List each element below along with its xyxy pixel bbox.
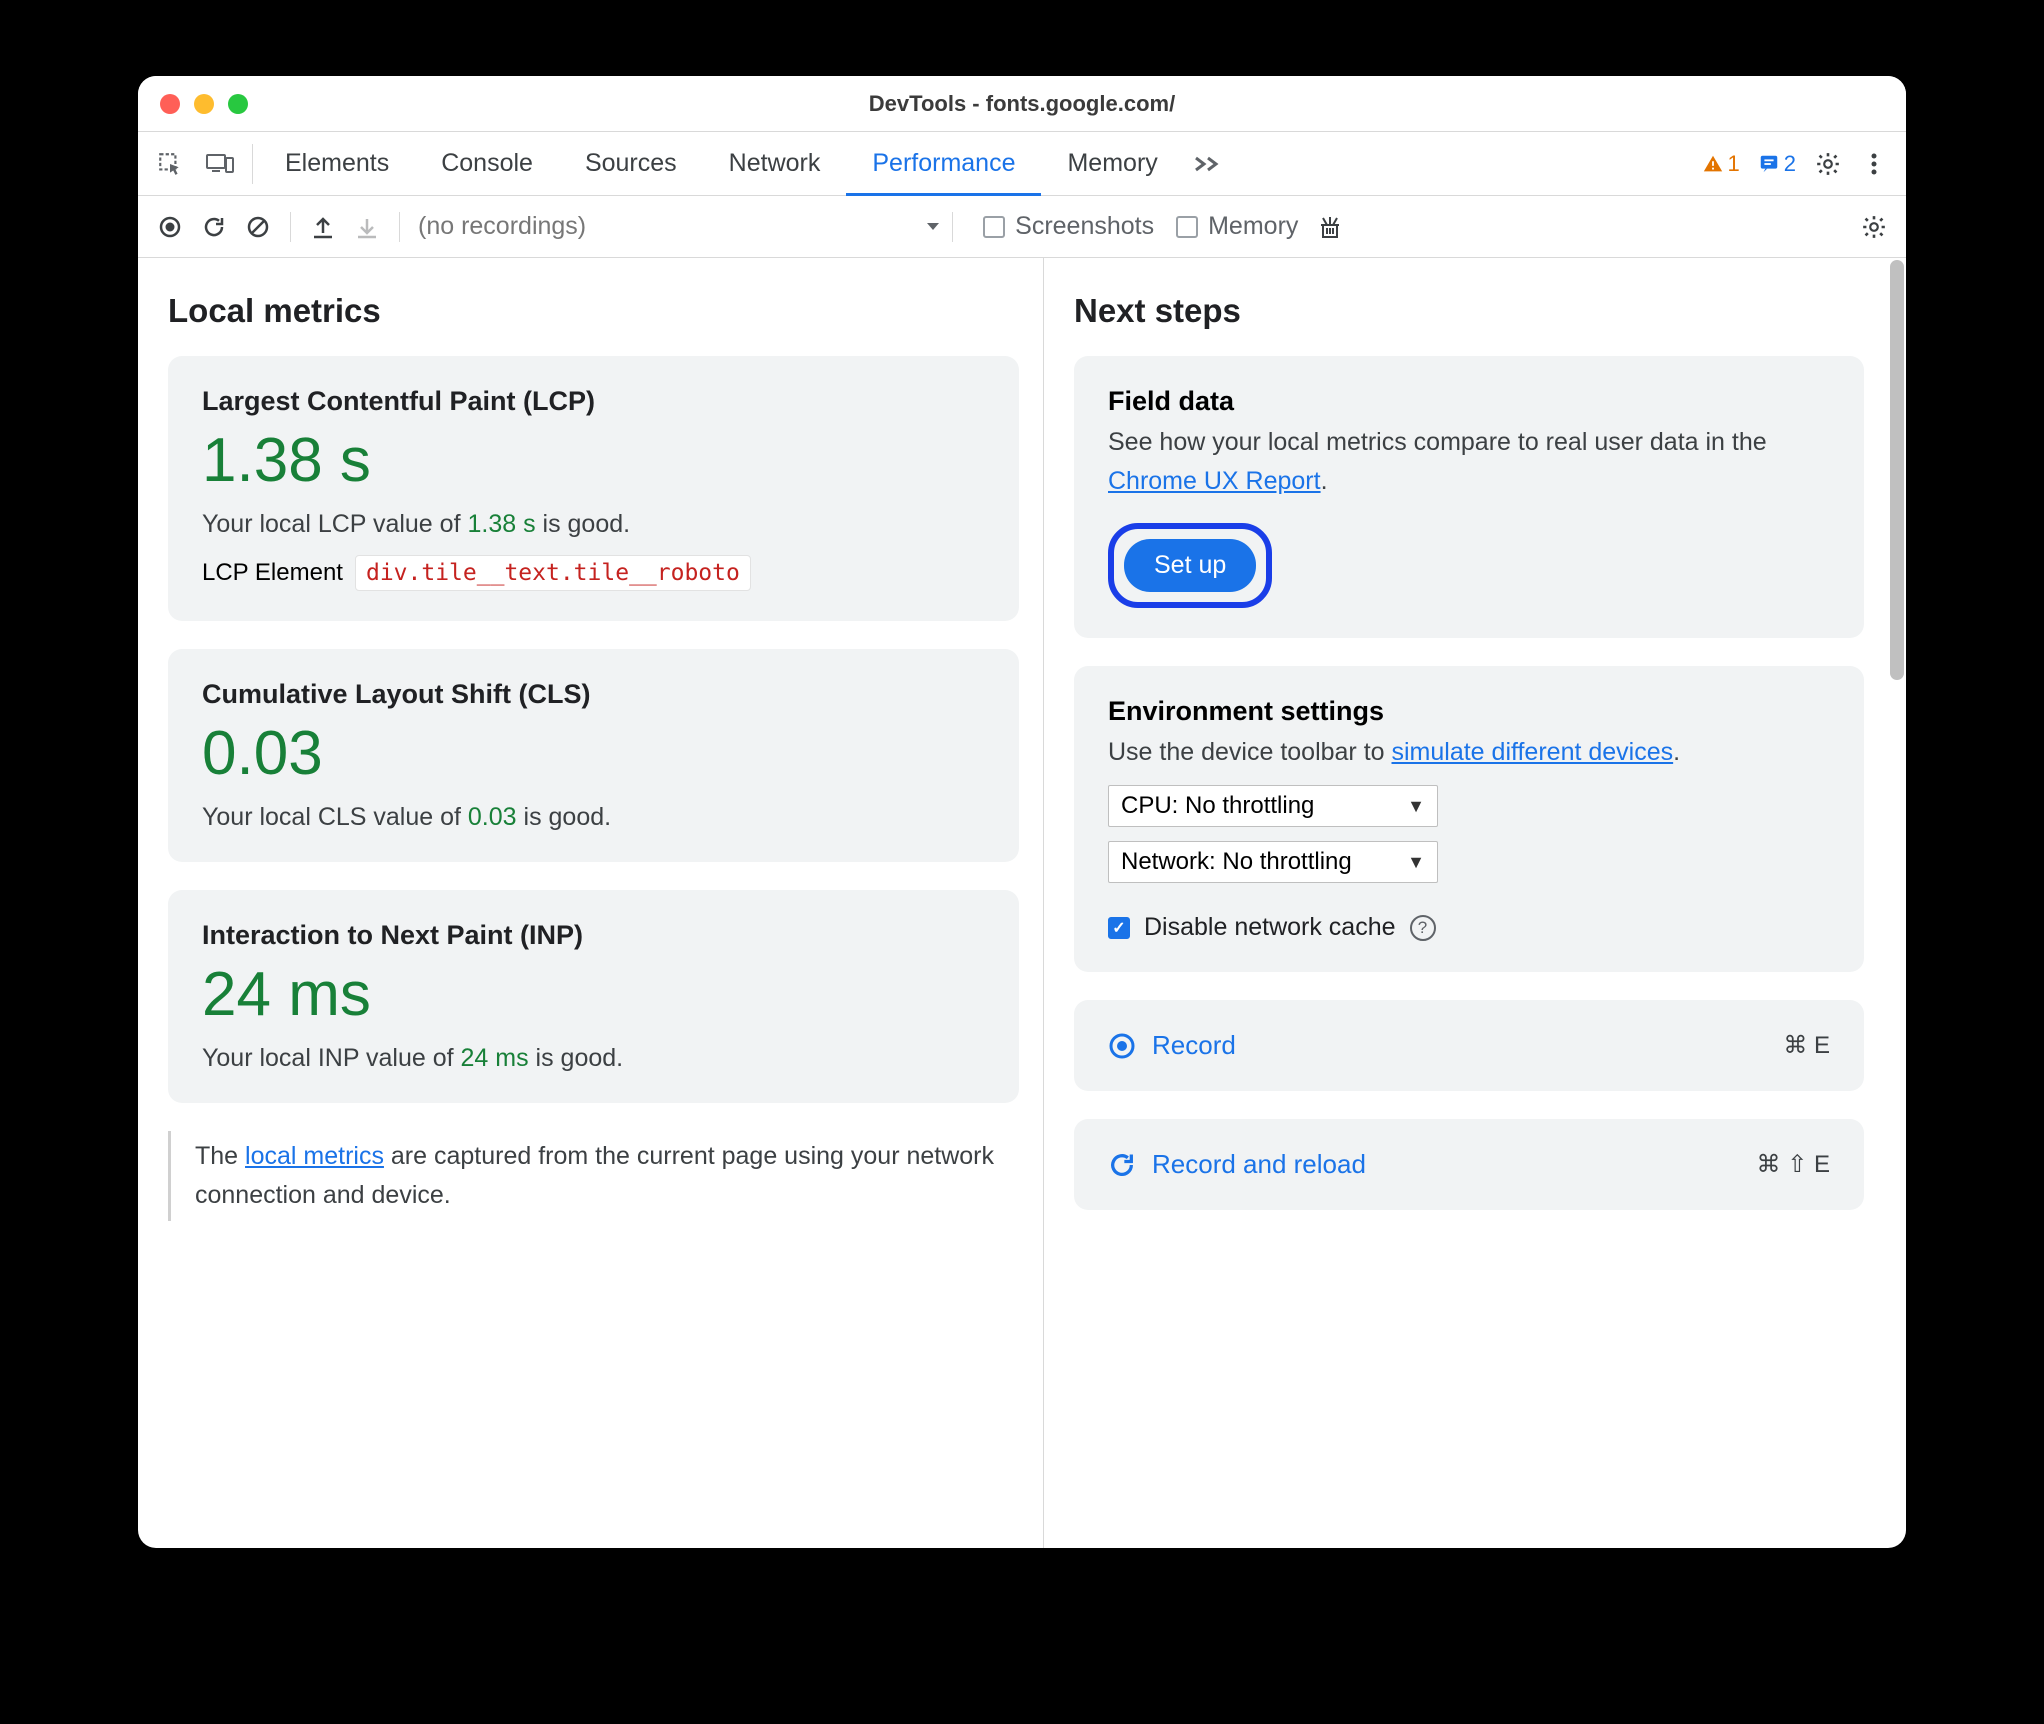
inp-title: Interaction to Next Paint (INP) <box>202 920 985 951</box>
reload-icon <box>1108 1151 1136 1179</box>
environment-settings-body: Use the device toolbar to simulate diffe… <box>1108 733 1830 772</box>
screenshots-label: Screenshots <box>1015 212 1154 241</box>
record-and-reload-card[interactable]: Record and reload ⌘ ⇧ E <box>1074 1119 1864 1210</box>
cls-summary: Your local CLS value of 0.03 is good. <box>202 803 985 832</box>
download-icon[interactable] <box>347 207 387 247</box>
garbage-collect-icon[interactable] <box>1310 207 1350 247</box>
close-window-button[interactable] <box>160 94 180 114</box>
local-metrics-note: The local metrics are captured from the … <box>168 1131 1019 1221</box>
lcp-element-chip[interactable]: div.tile__text.tile__roboto <box>355 555 751 591</box>
devtools-window: DevTools - fonts.google.com/ Elements Co… <box>138 76 1906 1548</box>
record-and-reload-shortcut: ⌘ ⇧ E <box>1757 1150 1830 1179</box>
warnings-badge[interactable]: 1 <box>1696 149 1746 179</box>
minimize-window-button[interactable] <box>194 94 214 114</box>
tab-elements[interactable]: Elements <box>259 132 415 195</box>
lcp-card: Largest Contentful Paint (LCP) 1.38 s Yo… <box>168 356 1019 621</box>
tab-sources[interactable]: Sources <box>559 132 703 195</box>
record-icon <box>1108 1032 1136 1060</box>
simulate-devices-link[interactable]: simulate different devices <box>1392 738 1674 766</box>
record-button-icon[interactable] <box>150 207 190 247</box>
checkbox-icon <box>983 216 1005 238</box>
cpu-throttling-value: CPU: No throttling <box>1121 792 1314 820</box>
cls-title: Cumulative Layout Shift (CLS) <box>202 679 985 710</box>
field-data-body: See how your local metrics compare to re… <box>1108 423 1830 501</box>
memory-checkbox[interactable]: Memory <box>1176 212 1298 241</box>
record-card[interactable]: Record ⌘ E <box>1074 1000 1864 1091</box>
tab-console[interactable]: Console <box>415 132 559 195</box>
panel-settings-gear-icon[interactable] <box>1854 207 1894 247</box>
next-steps-column: Next steps Field data See how your local… <box>1044 258 1906 1548</box>
kebab-menu-icon[interactable] <box>1854 144 1894 184</box>
cls-card: Cumulative Layout Shift (CLS) 0.03 Your … <box>168 649 1019 862</box>
tab-performance[interactable]: Performance <box>846 132 1041 195</box>
caret-down-icon: ▼ <box>1407 796 1425 817</box>
performance-toolbar: (no recordings) Screenshots Memory <box>138 196 1906 258</box>
local-metrics-link[interactable]: local metrics <box>245 1142 384 1170</box>
inp-summary: Your local INP value of 24 ms is good. <box>202 1044 985 1073</box>
tab-network[interactable]: Network <box>703 132 847 195</box>
inp-value: 24 ms <box>202 959 985 1030</box>
caret-down-icon: ▼ <box>1407 852 1425 873</box>
settings-gear-icon[interactable] <box>1808 144 1848 184</box>
reload-icon[interactable] <box>194 207 234 247</box>
chevron-down-icon <box>926 222 940 232</box>
scrollbar[interactable] <box>1890 260 1904 680</box>
set-up-highlight: Set up <box>1108 523 1272 608</box>
disable-cache-label: Disable network cache <box>1144 913 1396 942</box>
lcp-element-label: LCP Element <box>202 559 343 587</box>
performance-main: Local metrics Largest Contentful Paint (… <box>138 258 1906 1548</box>
local-metrics-heading: Local metrics <box>168 292 1019 330</box>
record-shortcut: ⌘ E <box>1783 1031 1830 1060</box>
network-throttling-select[interactable]: Network: No throttling ▼ <box>1108 841 1438 883</box>
inspect-element-icon[interactable] <box>150 144 190 184</box>
issues-badge[interactable]: 2 <box>1752 149 1802 179</box>
tab-memory[interactable]: Memory <box>1041 132 1183 195</box>
record-and-reload-label: Record and reload <box>1152 1149 1366 1180</box>
field-data-card: Field data See how your local metrics co… <box>1074 356 1864 638</box>
environment-settings-title: Environment settings <box>1108 696 1830 727</box>
warnings-count: 1 <box>1728 151 1740 177</box>
lcp-title: Largest Contentful Paint (LCP) <box>202 386 985 417</box>
window-title: DevTools - fonts.google.com/ <box>138 91 1906 117</box>
record-label: Record <box>1152 1030 1236 1061</box>
disable-cache-checkbox[interactable] <box>1108 917 1130 939</box>
more-tabs-icon[interactable] <box>1184 154 1230 174</box>
field-data-title: Field data <box>1108 386 1830 417</box>
chrome-ux-report-link[interactable]: Chrome UX Report <box>1108 467 1321 495</box>
checkbox-icon <box>1176 216 1198 238</box>
panel-tabs-row: Elements Console Sources Network Perform… <box>138 132 1906 196</box>
upload-icon[interactable] <box>303 207 343 247</box>
help-icon[interactable]: ? <box>1410 915 1436 941</box>
next-steps-heading: Next steps <box>1074 292 1864 330</box>
lcp-value: 1.38 s <box>202 425 985 496</box>
environment-settings-card: Environment settings Use the device tool… <box>1074 666 1864 973</box>
device-toolbar-icon[interactable] <box>200 144 240 184</box>
inp-card: Interaction to Next Paint (INP) 24 ms Yo… <box>168 890 1019 1103</box>
titlebar: DevTools - fonts.google.com/ <box>138 76 1906 132</box>
traffic-lights <box>160 94 248 114</box>
panel-tabs: Elements Console Sources Network Perform… <box>259 132 1184 195</box>
clear-icon[interactable] <box>238 207 278 247</box>
lcp-summary: Your local LCP value of 1.38 s is good. <box>202 510 985 539</box>
cpu-throttling-select[interactable]: CPU: No throttling ▼ <box>1108 785 1438 827</box>
recordings-dropdown[interactable]: (no recordings) <box>412 212 940 241</box>
local-metrics-column: Local metrics Largest Contentful Paint (… <box>138 258 1043 1548</box>
issues-count: 2 <box>1784 151 1796 177</box>
cls-value: 0.03 <box>202 718 985 789</box>
recordings-dropdown-label: (no recordings) <box>418 212 586 241</box>
memory-label: Memory <box>1208 212 1298 241</box>
network-throttling-value: Network: No throttling <box>1121 848 1352 876</box>
maximize-window-button[interactable] <box>228 94 248 114</box>
set-up-button[interactable]: Set up <box>1124 539 1256 592</box>
screenshots-checkbox[interactable]: Screenshots <box>983 212 1154 241</box>
